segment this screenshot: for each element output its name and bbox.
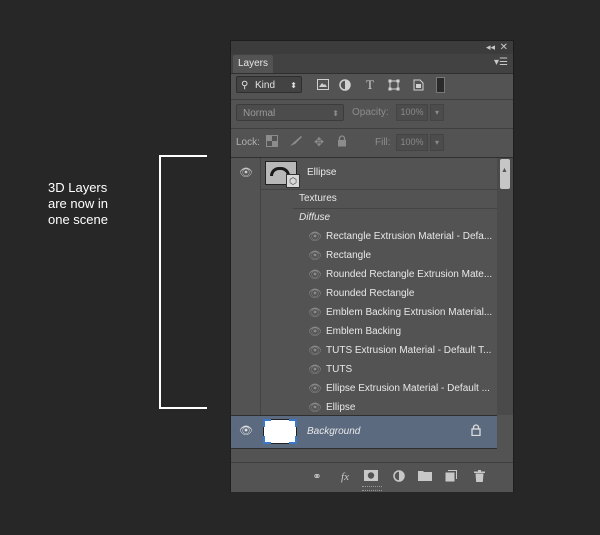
material-name: Emblem Backing Extrusion Material...	[326, 307, 493, 318]
layers-panel: ◂◂ ✕ Layers ▾☰ ⚲ Kind ⬍ T Normal ⬍ Opaci…	[230, 40, 514, 492]
material-row[interactable]: 👁 Emblem Backing	[231, 322, 497, 341]
layer-name: Ellipse	[307, 167, 337, 178]
resize-grip[interactable]	[362, 486, 382, 491]
lock-all-icon[interactable]	[335, 135, 349, 149]
blend-mode-value: Normal	[243, 108, 276, 119]
eye-icon[interactable]: 👁	[308, 231, 322, 243]
eye-icon[interactable]: 👁	[308, 307, 322, 319]
layer-name: Background	[307, 426, 361, 437]
material-row[interactable]: 👁 TUTS Extrusion Material - Default T...	[231, 341, 497, 360]
eye-icon[interactable]: 👁	[308, 269, 322, 281]
panel-tab-row: Layers ▾☰	[231, 54, 513, 74]
eye-icon[interactable]: 👁	[308, 250, 322, 262]
select-arrows-icon: ⬍	[290, 81, 297, 90]
material-name: Emblem Backing	[326, 326, 402, 337]
lock-label: Lock:	[236, 137, 260, 148]
layers-list: 👁 ⬡ Ellipse Textures Diffuse 👁 Rectangle …	[231, 157, 513, 463]
annotation-line: are now in	[48, 196, 108, 211]
eye-icon[interactable]: 👁	[239, 425, 253, 437]
group-folder-icon[interactable]	[417, 470, 433, 484]
scrollbar[interactable]	[497, 158, 513, 415]
layer-thumbnail: ⬡	[265, 161, 300, 188]
lock-row: Lock: ✥ Fill: 100% ▾	[231, 128, 513, 157]
layer-thumbnail	[263, 419, 297, 444]
fill-label: Fill:	[375, 137, 391, 148]
fx-icon[interactable]: fx	[337, 470, 353, 484]
panel-footer: ⚭ fx	[231, 462, 513, 492]
panel-menu-icon[interactable]: ▾☰	[494, 57, 508, 69]
blend-mode-select[interactable]: Normal ⬍	[236, 104, 344, 121]
eye-icon[interactable]: 👁	[308, 383, 322, 395]
material-name: Rounded Rectangle	[326, 288, 415, 299]
annotation-line: 3D Layers	[48, 180, 108, 195]
material-row[interactable]: 👁 Rectangle	[231, 246, 497, 265]
shape-filter-icon[interactable]	[387, 79, 401, 91]
3d-cube-icon: ⬡	[286, 174, 300, 188]
eye-icon[interactable]: 👁	[308, 288, 322, 300]
fill-dropdown-icon[interactable]: ▾	[430, 134, 444, 151]
blend-row: Normal ⬍ Opacity: 100% ▾	[231, 99, 513, 128]
collapse-icon[interactable]: ◂◂	[486, 41, 495, 54]
lock-transparency-icon[interactable]	[265, 135, 279, 149]
filter-row: ⚲ Kind ⬍ T	[231, 74, 513, 98]
material-name: Rectangle Extrusion Material - Defa...	[326, 231, 493, 242]
annotation-bracket	[159, 155, 207, 409]
layer-background[interactable]: 👁 Background	[231, 415, 497, 449]
eye-icon[interactable]: 👁	[308, 345, 322, 357]
scroll-thumb[interactable]	[500, 159, 510, 189]
eye-icon[interactable]: 👁	[308, 364, 322, 376]
material-name: TUTS	[326, 364, 353, 375]
textures-row[interactable]: Textures	[231, 189, 497, 208]
tab-layers[interactable]: Layers	[233, 55, 273, 73]
annotation-line: one scene	[48, 212, 108, 227]
filter-toggle-icon[interactable]	[436, 77, 445, 93]
select-arrows-icon: ⬍	[332, 109, 339, 118]
material-row[interactable]: 👁 Rectangle Extrusion Material - Defa...	[231, 227, 497, 246]
lock-position-icon[interactable]: ✥	[312, 135, 326, 149]
mask-icon[interactable]	[363, 470, 379, 484]
close-icon[interactable]: ✕	[500, 41, 508, 54]
diffuse-label: Diffuse	[299, 212, 331, 223]
annotation-text: 3D Layers are now in one scene	[48, 180, 108, 228]
link-layers-icon[interactable]: ⚭	[309, 470, 325, 484]
type-filter-icon[interactable]: T	[363, 78, 377, 91]
trash-icon[interactable]	[471, 470, 487, 484]
material-name: Ellipse Extrusion Material - Default ...	[326, 383, 490, 394]
eye-icon[interactable]: 👁	[308, 402, 322, 414]
lock-icon	[471, 424, 481, 441]
material-name: TUTS Extrusion Material - Default T...	[326, 345, 492, 356]
lock-pixels-icon[interactable]	[289, 135, 303, 149]
material-row[interactable]: 👁 Rounded Rectangle	[231, 284, 497, 303]
new-layer-icon[interactable]	[443, 470, 459, 484]
material-row[interactable]: 👁 Rounded Rectangle Extrusion Mate...	[231, 265, 497, 284]
eye-icon[interactable]: 👁	[308, 326, 322, 338]
kind-label: Kind	[255, 80, 276, 91]
smart-object-filter-icon[interactable]	[411, 79, 425, 91]
material-row[interactable]: 👁 Ellipse Extrusion Material - Default ..…	[231, 379, 497, 398]
search-icon: ⚲	[241, 80, 249, 91]
material-row[interactable]: 👁 Emblem Backing Extrusion Material...	[231, 303, 497, 322]
material-row[interactable]: 👁 TUTS	[231, 360, 497, 379]
opacity-label: Opacity:	[352, 107, 389, 118]
eye-icon[interactable]: 👁	[239, 167, 253, 179]
opacity-dropdown-icon[interactable]: ▾	[430, 104, 444, 121]
fill-input[interactable]: 100%	[396, 134, 428, 151]
panel-titlebar: ◂◂ ✕	[231, 41, 513, 54]
image-filter-icon[interactable]	[316, 79, 330, 91]
kind-filter-select[interactable]: ⚲ Kind ⬍	[236, 76, 302, 93]
material-name: Rounded Rectangle Extrusion Mate...	[326, 269, 493, 280]
textures-label: Textures	[299, 193, 337, 204]
diffuse-row[interactable]: Diffuse	[231, 208, 497, 227]
adjustment-filter-icon[interactable]	[338, 79, 352, 91]
adjustment-layer-icon[interactable]	[391, 470, 407, 484]
material-name: Rectangle	[326, 250, 372, 261]
opacity-input[interactable]: 100%	[396, 104, 428, 121]
